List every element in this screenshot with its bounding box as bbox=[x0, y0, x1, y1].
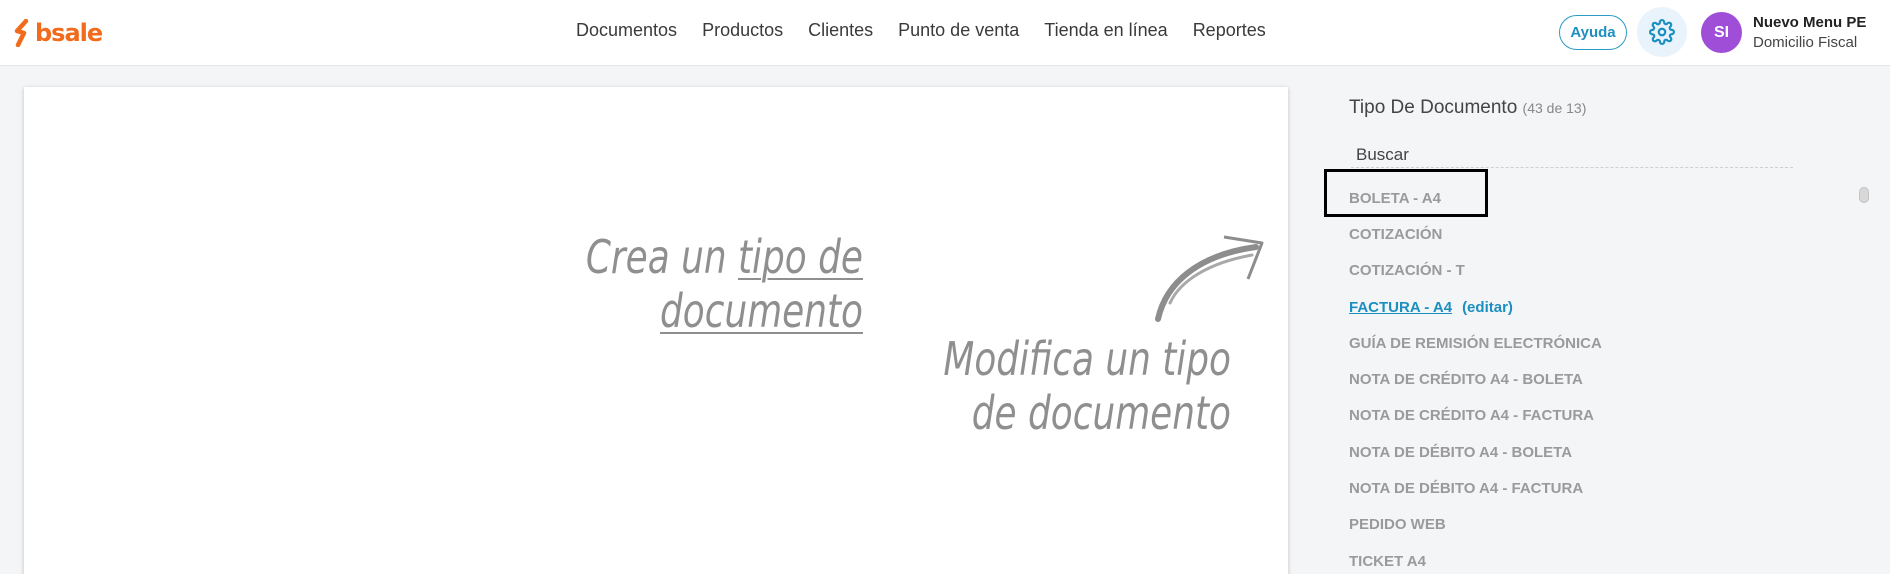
create-document-type-link[interactable]: tipo de bbox=[738, 230, 863, 284]
user-avatar[interactable]: SI bbox=[1701, 12, 1742, 53]
doc-type-label: NOTA DE CRÉDITO A4 - FACTURA bbox=[1349, 407, 1595, 425]
bsale-logo-icon bbox=[14, 19, 29, 47]
main-nav: Documentos Productos Clientes Punto de v… bbox=[576, 20, 1266, 41]
doc-type-label: PEDIDO WEB bbox=[1349, 516, 1446, 534]
modify-hint-line1: Modifica un tipo bbox=[943, 332, 1231, 386]
highlight-box bbox=[1324, 169, 1488, 217]
doc-type-item-cotizacion[interactable]: COTIZACIÓN bbox=[1349, 216, 1602, 252]
modify-hint-line2: de documento bbox=[971, 386, 1231, 440]
scrollbar-thumb[interactable] bbox=[1859, 187, 1869, 203]
doc-type-item-nota-debito-factura[interactable]: NOTA DE DÉBITO A4 - FACTURA bbox=[1349, 470, 1602, 506]
doc-type-label: COTIZACIÓN bbox=[1349, 225, 1443, 243]
document-type-panel: Tipo De Documento (43 de 13) BOLETA - A4… bbox=[1300, 66, 1890, 574]
doc-type-item-pedido-web[interactable]: PEDIDO WEB bbox=[1349, 507, 1602, 543]
user-name[interactable]: Nuevo Menu PE bbox=[1753, 14, 1866, 31]
create-hint-prefix: Crea un bbox=[585, 230, 738, 284]
doc-type-item-nota-credito-boleta[interactable]: NOTA DE CRÉDITO A4 - BOLETA bbox=[1349, 361, 1602, 397]
doc-type-item-cotizacion-t[interactable]: COTIZACIÓN - T bbox=[1349, 253, 1602, 289]
doc-type-item-guia-remision[interactable]: GUÍA DE REMISIÓN ELECTRÓNICA bbox=[1349, 325, 1602, 361]
create-document-type-hint: Crea un tipo de documento bbox=[535, 230, 863, 338]
bsale-logo[interactable]: bsale bbox=[12, 18, 103, 48]
doc-type-item-factura-a4[interactable]: FACTURA - A4 (editar) bbox=[1349, 289, 1602, 325]
doc-type-label: COTIZACIÓN - T bbox=[1349, 262, 1465, 280]
nav-clientes[interactable]: Clientes bbox=[808, 20, 873, 41]
nav-tienda-en-linea[interactable]: Tienda en línea bbox=[1044, 20, 1167, 41]
nav-reportes[interactable]: Reportes bbox=[1193, 20, 1266, 41]
doc-type-label: GUÍA DE REMISIÓN ELECTRÓNICA bbox=[1349, 334, 1602, 352]
nav-punto-de-venta[interactable]: Punto de venta bbox=[898, 20, 1019, 41]
doc-type-label: TICKET A4 bbox=[1349, 552, 1426, 570]
doc-type-item-nota-debito-boleta[interactable]: NOTA DE DÉBITO A4 - BOLETA bbox=[1349, 434, 1602, 470]
gear-icon bbox=[1649, 19, 1675, 45]
doc-type-item-ticket-a4[interactable]: TICKET A4 bbox=[1349, 543, 1602, 574]
nav-productos[interactable]: Productos bbox=[702, 20, 783, 41]
panel-count: (43 de 13) bbox=[1522, 100, 1587, 116]
curved-arrow-icon bbox=[1155, 235, 1264, 322]
doc-type-label: NOTA DE CRÉDITO A4 - BOLETA bbox=[1349, 371, 1583, 389]
panel-title: Tipo De Documento (43 de 13) bbox=[1349, 97, 1586, 119]
doc-type-label: NOTA DE DÉBITO A4 - FACTURA bbox=[1349, 480, 1584, 498]
document-type-list: BOLETA - A4 COTIZACIÓN COTIZACIÓN - T FA… bbox=[1349, 180, 1602, 574]
top-bar: bsale Documentos Productos Clientes Punt… bbox=[0, 0, 1890, 66]
edit-link[interactable]: (editar) bbox=[1462, 299, 1513, 316]
document-preview-area: Crea un tipo de documento Modifica un ti… bbox=[24, 87, 1288, 574]
user-subtitle: Domicilio Fiscal bbox=[1753, 34, 1858, 51]
settings-button[interactable] bbox=[1637, 7, 1687, 57]
nav-documentos[interactable]: Documentos bbox=[576, 20, 677, 41]
create-document-type-link-line2[interactable]: documento bbox=[660, 284, 863, 338]
search-input[interactable] bbox=[1351, 142, 1793, 168]
modify-document-type-hint: Modifica un tipo de documento bbox=[872, 332, 1231, 440]
help-button[interactable]: Ayuda bbox=[1559, 15, 1627, 50]
doc-type-label: FACTURA - A4 bbox=[1349, 298, 1453, 316]
panel-title-text: Tipo De Documento bbox=[1349, 97, 1518, 118]
doc-type-label: NOTA DE DÉBITO A4 - BOLETA bbox=[1349, 443, 1573, 461]
logo-text: bsale bbox=[35, 19, 103, 47]
doc-type-item-nota-credito-factura[interactable]: NOTA DE CRÉDITO A4 - FACTURA bbox=[1349, 398, 1602, 434]
